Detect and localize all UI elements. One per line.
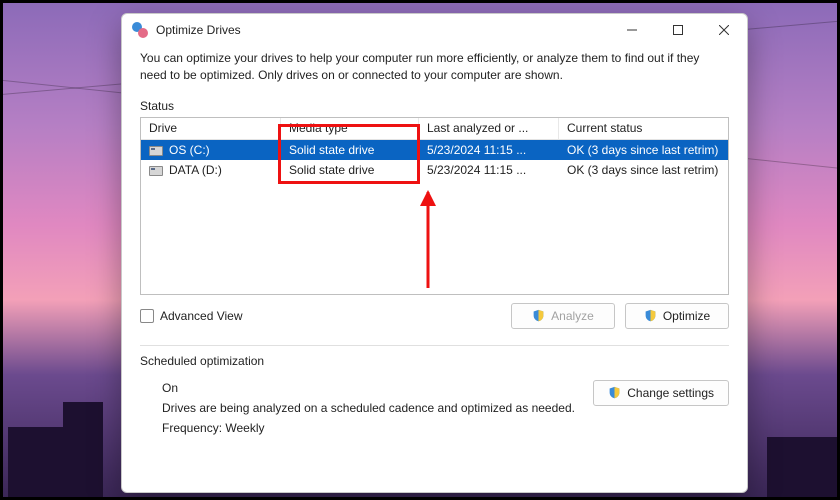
scheduled-desc: Drives are being analyzed on a scheduled…: [162, 400, 575, 416]
cell-status: OK (3 days since last retrim): [559, 143, 728, 157]
shield-icon: [608, 386, 621, 399]
table-row[interactable]: DATA (D:) Solid state drive 5/23/2024 11…: [141, 160, 728, 180]
col-last[interactable]: Last analyzed or ...: [419, 118, 559, 139]
table-row[interactable]: OS (C:) Solid state drive 5/23/2024 11:1…: [141, 140, 728, 160]
intro-text: You can optimize your drives to help you…: [140, 50, 729, 85]
maximize-button[interactable]: [655, 14, 701, 46]
window-title: Optimize Drives: [156, 23, 241, 37]
status-label: Status: [140, 99, 729, 113]
col-status[interactable]: Current status: [559, 118, 728, 139]
titlebar[interactable]: Optimize Drives: [122, 14, 747, 46]
shield-icon: [644, 309, 657, 322]
optimize-button[interactable]: Optimize: [625, 303, 729, 329]
col-drive[interactable]: Drive: [141, 118, 281, 139]
scheduled-state: On: [162, 380, 575, 396]
advanced-view-checkbox[interactable]: [140, 309, 154, 323]
cell-media: Solid state drive: [281, 143, 419, 157]
cell-last: 5/23/2024 11:15 ...: [419, 163, 559, 177]
col-media[interactable]: Media type: [281, 118, 419, 139]
cell-drive: DATA (D:): [169, 163, 222, 177]
analyze-button[interactable]: Analyze: [511, 303, 615, 329]
advanced-view-label[interactable]: Advanced View: [160, 309, 243, 323]
shield-icon: [532, 309, 545, 322]
cell-last: 5/23/2024 11:15 ...: [419, 143, 559, 157]
change-settings-label: Change settings: [627, 386, 714, 400]
cell-media: Solid state drive: [281, 163, 419, 177]
optimize-drives-window: Optimize Drives You can optimize your dr…: [121, 13, 748, 493]
separator: [140, 345, 729, 346]
drive-icon: [149, 146, 163, 156]
cell-drive: OS (C:): [169, 143, 210, 157]
minimize-button[interactable]: [609, 14, 655, 46]
cell-status: OK (3 days since last retrim): [559, 163, 728, 177]
close-button[interactable]: [701, 14, 747, 46]
change-settings-button[interactable]: Change settings: [593, 380, 729, 406]
drive-icon: [149, 166, 163, 176]
table-header[interactable]: Drive Media type Last analyzed or ... Cu…: [141, 118, 728, 140]
drives-list[interactable]: Drive Media type Last analyzed or ... Cu…: [140, 117, 729, 295]
optimize-label: Optimize: [663, 309, 710, 323]
scheduled-label: Scheduled optimization: [140, 354, 729, 368]
analyze-label: Analyze: [551, 309, 594, 323]
scheduled-freq: Frequency: Weekly: [162, 420, 575, 436]
app-icon: [132, 22, 148, 38]
